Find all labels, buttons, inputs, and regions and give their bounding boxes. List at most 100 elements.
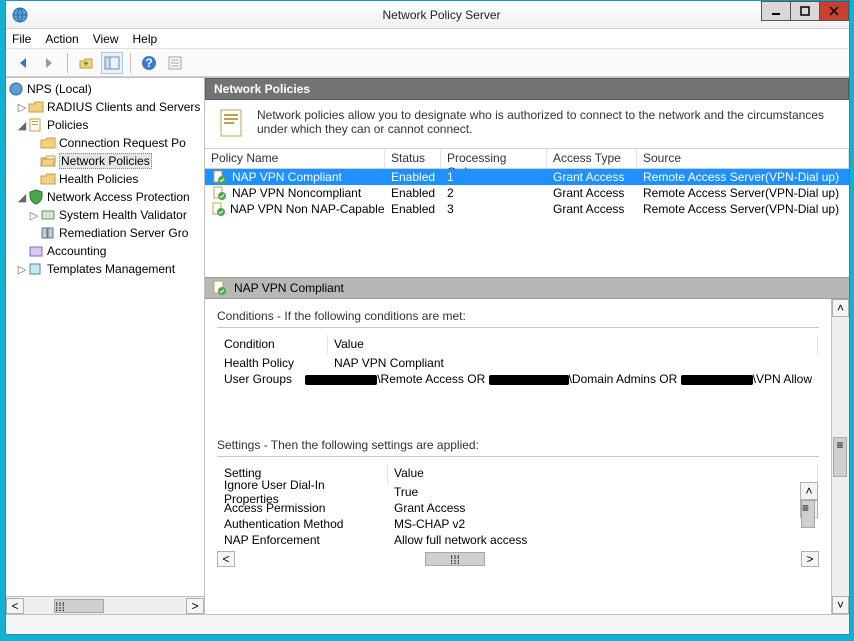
- policy-row[interactable]: NAP VPN Non NAP-Capable Enabled 3 Grant …: [205, 201, 849, 217]
- detail-body: Conditions - If the following conditions…: [205, 299, 849, 614]
- accounting-icon: [28, 243, 44, 259]
- detail-content: Conditions - If the following conditions…: [205, 299, 831, 614]
- setting-row[interactable]: Ignore User Dial-In PropertiesTrue: [218, 484, 818, 500]
- minimize-button[interactable]: [761, 1, 791, 21]
- settings-label: Settings - Then the following settings a…: [217, 438, 819, 452]
- scroll-track[interactable]: ⁞⁞⁞: [24, 598, 186, 614]
- detail-vscrollbar[interactable]: ˄ ≡ ˅: [831, 299, 849, 614]
- col-access[interactable]: Access Type: [547, 149, 637, 168]
- tree-network-policies[interactable]: Network Policies: [6, 152, 204, 170]
- menubar: File Action View Help: [6, 29, 849, 49]
- detail-title: NAP VPN Compliant: [234, 281, 344, 295]
- folder-icon: [40, 171, 56, 187]
- expand-icon[interactable]: ▷: [28, 209, 40, 222]
- redacted-text: [489, 375, 569, 385]
- scroll-left-button[interactable]: <: [6, 598, 24, 614]
- toolbar-sep: [67, 53, 68, 73]
- window-title: Network Policy Server: [34, 8, 849, 22]
- divider: [217, 456, 819, 457]
- scroll-up-button[interactable]: ˄: [800, 482, 818, 500]
- user-groups-value: \Remote Access OR \Domain Admins OR \VPN…: [299, 372, 818, 386]
- forward-button[interactable]: [38, 52, 60, 74]
- tree-accounting[interactable]: Accounting: [6, 242, 204, 260]
- console-tree[interactable]: NPS (Local) ▷ RADIUS Clients and Servers…: [6, 78, 204, 596]
- nps-window: Network Policy Server File Action View H…: [5, 0, 850, 635]
- scroll-thumb[interactable]: ⁞⁞⁞: [54, 599, 104, 613]
- folder-icon: [40, 135, 56, 151]
- titlebar[interactable]: Network Policy Server: [6, 1, 849, 29]
- window-controls: [762, 1, 849, 21]
- menu-help[interactable]: Help: [133, 32, 158, 46]
- tree-radius[interactable]: ▷ RADIUS Clients and Servers: [6, 98, 204, 116]
- collapse-icon[interactable]: ◢: [16, 191, 28, 204]
- divider: [217, 327, 819, 328]
- scroll-right-button[interactable]: >: [186, 598, 204, 614]
- tree-templates[interactable]: ▷ Templates Management: [6, 260, 204, 278]
- tree-pane: NPS (Local) ▷ RADIUS Clients and Servers…: [6, 78, 205, 614]
- back-button[interactable]: [12, 52, 34, 74]
- col-value[interactable]: Value: [328, 335, 818, 355]
- col-source[interactable]: Source: [637, 149, 849, 168]
- setting-row[interactable]: Access PermissionGrant Access: [218, 500, 818, 516]
- help-button[interactable]: ?: [138, 52, 160, 74]
- col-condition[interactable]: Condition: [218, 335, 328, 355]
- settings-vscrollbar[interactable]: ˄ ≡ ˅: [800, 482, 818, 530]
- policy-list[interactable]: NAP VPN Compliant Enabled 1 Grant Access…: [205, 169, 849, 277]
- tree-root[interactable]: NPS (Local): [6, 80, 204, 98]
- policy-row[interactable]: NAP VPN Noncompliant Enabled 2 Grant Acc…: [205, 185, 849, 201]
- show-hide-tree-button[interactable]: [101, 52, 123, 74]
- tree-shv[interactable]: ▷ System Health Validator: [6, 206, 204, 224]
- validator-icon: [40, 207, 56, 223]
- close-button[interactable]: [819, 1, 849, 21]
- details-pane: Network Policies Network policies allow …: [205, 78, 849, 614]
- nps-icon: [8, 81, 24, 97]
- scroll-thumb[interactable]: ≡: [801, 500, 815, 528]
- policy-list-header: Policy Name Status Processing Order Acce…: [205, 149, 849, 169]
- policy-icon: [211, 185, 227, 201]
- tree-remediation[interactable]: Remediation Server Gro: [6, 224, 204, 242]
- scroll-left-button[interactable]: <: [217, 551, 235, 567]
- tree-health-policies[interactable]: Health Policies: [6, 170, 204, 188]
- tree-nap[interactable]: ◢ Network Access Protection: [6, 188, 204, 206]
- expand-icon[interactable]: ▷: [16, 101, 28, 114]
- tree-hscrollbar[interactable]: < ⁞⁞⁞ >: [6, 596, 204, 614]
- menu-file[interactable]: File: [12, 32, 31, 46]
- scroll-right-button[interactable]: >: [801, 551, 819, 567]
- collapse-icon[interactable]: ◢: [16, 119, 28, 132]
- setting-row[interactable]: Authentication MethodMS-CHAP v2: [218, 516, 818, 532]
- up-folder-button[interactable]: [75, 52, 97, 74]
- policy-doc-icon: [215, 108, 247, 140]
- shield-icon: [28, 189, 44, 205]
- condition-row[interactable]: User Groups \Remote Access OR \Domain Ad…: [218, 371, 818, 387]
- policy-icon: [211, 280, 227, 296]
- scroll-thumb[interactable]: ≡: [833, 437, 847, 477]
- properties-button[interactable]: [164, 52, 186, 74]
- menu-view[interactable]: View: [93, 32, 119, 46]
- col-status[interactable]: Status: [385, 149, 441, 168]
- conditions-label: Conditions - If the following conditions…: [217, 309, 819, 323]
- toolbar-sep2: [130, 53, 131, 73]
- scroll-down-button[interactable]: ˅: [832, 596, 849, 614]
- expand-icon[interactable]: ▷: [16, 263, 28, 276]
- server-group-icon: [40, 225, 56, 241]
- policy-icon: [211, 169, 227, 185]
- folder-icon: [28, 99, 44, 115]
- tree-policies[interactable]: ◢ Policies: [6, 116, 204, 134]
- menu-action[interactable]: Action: [45, 32, 78, 46]
- statusbar: [6, 614, 849, 634]
- condition-row[interactable]: Health Policy NAP VPN Compliant: [218, 355, 818, 371]
- scroll-thumb[interactable]: ⁞⁞⁞: [425, 552, 485, 566]
- scroll-up-button[interactable]: ˄: [832, 299, 849, 317]
- col-policy-name[interactable]: Policy Name: [205, 149, 385, 168]
- svg-text:?: ?: [145, 56, 152, 70]
- intro-text: Network policies allow you to designate …: [257, 108, 839, 136]
- maximize-button[interactable]: [790, 1, 820, 21]
- templates-icon: [28, 261, 44, 277]
- settings-table: Setting Value Ignore User Dial-In Proper…: [217, 463, 819, 549]
- detail-hscrollbar[interactable]: < ⁞⁞⁞ >: [217, 551, 819, 569]
- tree-conn-req[interactable]: Connection Request Po: [6, 134, 204, 152]
- col-value[interactable]: Value: [388, 464, 818, 484]
- setting-row[interactable]: NAP EnforcementAllow full network access: [218, 532, 818, 548]
- policy-row[interactable]: NAP VPN Compliant Enabled 1 Grant Access…: [205, 169, 849, 185]
- col-order[interactable]: Processing Order: [441, 149, 547, 168]
